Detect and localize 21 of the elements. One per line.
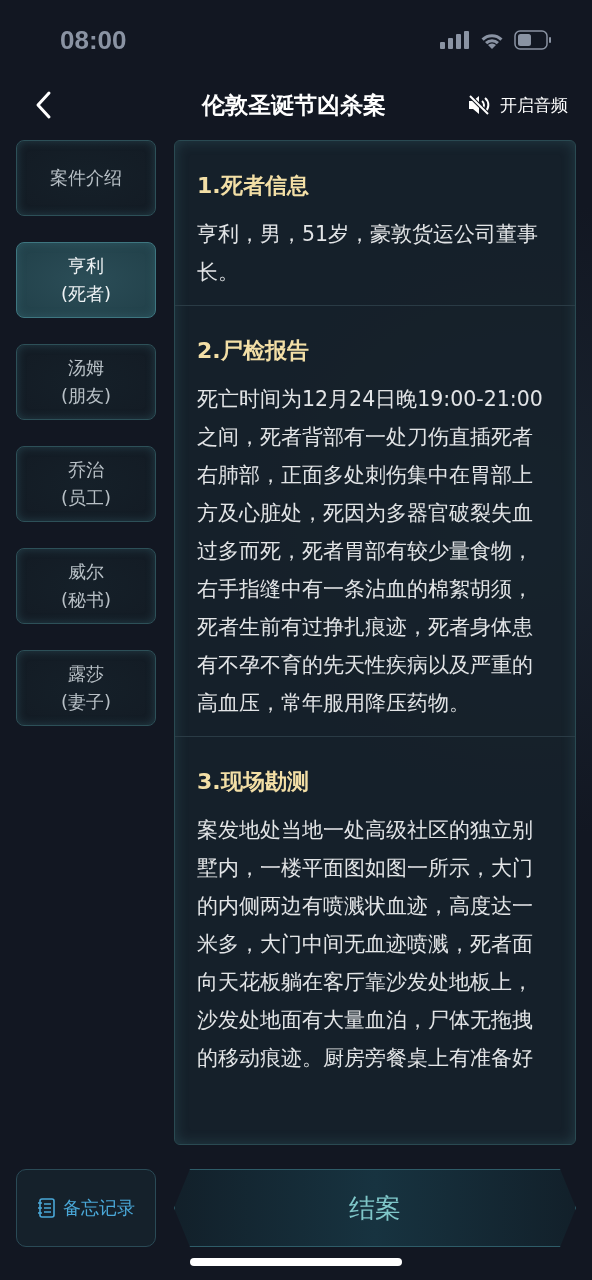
sidebar-tab[interactable]: 露莎 (妻子) (16, 650, 156, 726)
notes-button[interactable]: 备忘记录 (16, 1169, 156, 1247)
sidebar-tab[interactable]: 威尔 (秘书) (16, 548, 156, 624)
battery-icon (514, 30, 552, 50)
close-case-button[interactable]: 结案 (174, 1169, 576, 1247)
section-text: 死亡时间为12月24日晚19:00-21:00之间，死者背部有一处刀伤直插死者右肺部，正面多处刺伤集中在胃部上方及心脏处，死因为多器官破裂失血过多而死，死者胃部有较少量食物，右手指缝中有一条沾血的棉絮胡须，死者生前有过挣扎痕迹，死者身体患有不孕不育的先天性疾病以及严重的高血压，常年服用降压药物。 (197, 386, 544, 717)
sidebar-tab[interactable]: 案件介绍 (16, 140, 156, 216)
section-heading: 2.尸检报告 (197, 337, 310, 365)
wifi-icon (480, 31, 504, 49)
section-text: 亨利，男，51岁，豪敦货运公司董事长。 (197, 221, 540, 286)
audio-button[interactable]: 开启音频 (468, 93, 568, 117)
page-title: 伦敦圣诞节凶杀案 (202, 90, 386, 120)
section-heading: 1.死者信息 (197, 172, 310, 200)
sidebar-tab[interactable]: 汤姆 (朋友) (16, 344, 156, 420)
status-time: 08:00 (60, 24, 127, 56)
section-text: 案发地处当地一处高级社区的独立别墅内，一楼平面图如图一所示，大门的内侧两边有喷溅状血迹，高度达一米多，大门中间无血迹喷溅，死者面向天花板躺在客厅靠沙发处地板上，沙发处地面有大量血泊，尸体无拖拽的移动痕迹。厨房旁餐桌上有准备好 (197, 817, 534, 1072)
signal-icon (440, 31, 470, 49)
notebook-icon (37, 1198, 55, 1218)
section-heading: 3.现场勘测 (197, 768, 310, 796)
sidebar-tab[interactable]: 乔治 (员工) (16, 446, 156, 522)
sidebar-tab[interactable]: 亨利 (死者) (16, 242, 156, 318)
